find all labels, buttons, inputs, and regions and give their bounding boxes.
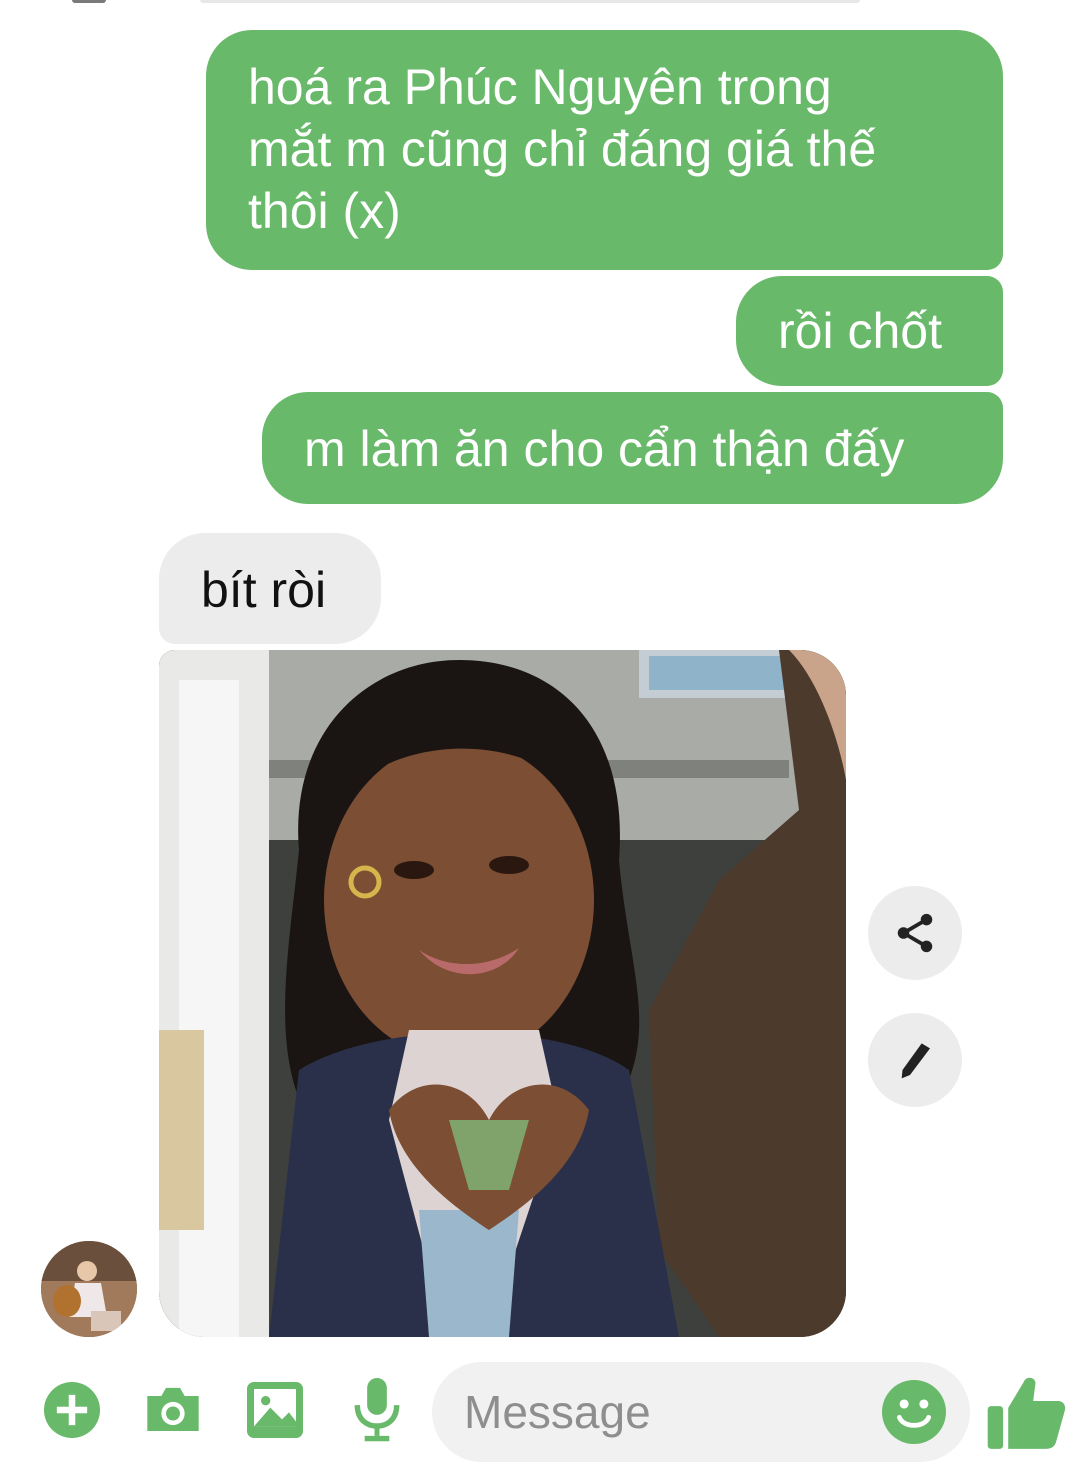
outgoing-message-3[interactable]: m làm ăn cho cẩn thận đấy: [262, 392, 1003, 504]
emoji-icon: [882, 1380, 946, 1444]
like-button[interactable]: [986, 1372, 1068, 1454]
message-input[interactable]: [464, 1382, 844, 1442]
photo-illustration: [159, 650, 846, 1337]
previous-message-edge: [200, 0, 860, 3]
image-icon: [247, 1382, 303, 1438]
composer-bar: [0, 1350, 1080, 1468]
share-icon: [897, 913, 933, 953]
avatar[interactable]: [41, 1241, 137, 1337]
photo-message[interactable]: [159, 650, 846, 1337]
outgoing-message-2[interactable]: rồi chốt: [736, 276, 1003, 386]
outgoing-message-1[interactable]: hoá ra Phúc Nguyên trong mắt m cũng chỉ …: [206, 30, 1003, 270]
microphone-icon: [354, 1378, 400, 1442]
plus-circle-icon: [44, 1382, 100, 1438]
camera-icon: [147, 1387, 199, 1431]
message-box: [432, 1362, 970, 1462]
incoming-message-1[interactable]: bít ròi: [159, 533, 381, 644]
gallery-button[interactable]: [247, 1382, 303, 1438]
thumbs-up-icon: [987, 1377, 1066, 1449]
previous-message-edge-dark: [72, 0, 106, 3]
share-photo-button[interactable]: [868, 886, 962, 980]
voice-button[interactable]: [352, 1378, 402, 1442]
edit-photo-button[interactable]: [868, 1013, 962, 1107]
emoji-button[interactable]: [882, 1380, 946, 1444]
more-actions-button[interactable]: [44, 1382, 100, 1438]
avatar-image: [41, 1241, 137, 1337]
pencil-icon: [901, 1043, 930, 1079]
camera-button[interactable]: [142, 1382, 204, 1438]
